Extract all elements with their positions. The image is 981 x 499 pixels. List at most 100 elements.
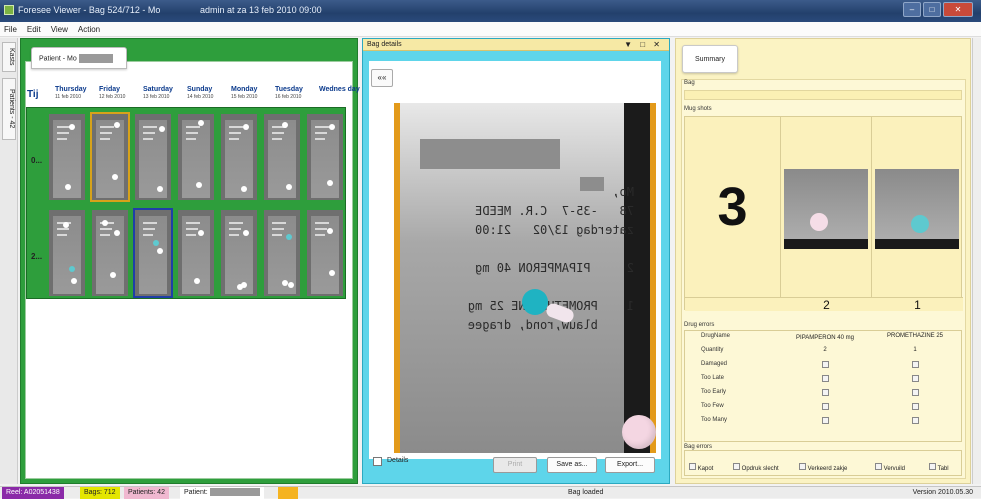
bag-text-line xyxy=(229,126,243,128)
bag-error-verkeerd[interactable]: Verkeerd zakje xyxy=(799,463,847,472)
drug-flag-row: Too Few xyxy=(685,403,961,415)
pill xyxy=(159,126,165,132)
bag-error-opdruk[interactable]: Opdruk slecht xyxy=(733,463,779,472)
bag-thumbnail[interactable] xyxy=(305,208,345,298)
minimize-button[interactable]: – xyxy=(903,2,921,17)
day-date: 12 feb 2010 xyxy=(99,94,126,100)
bag-text-line xyxy=(272,138,282,140)
pill xyxy=(110,272,116,278)
bag-thumbnail[interactable] xyxy=(219,112,259,202)
bag-thumbnail[interactable] xyxy=(262,112,302,202)
bag-error-tabl[interactable]: Tabl xyxy=(929,463,949,472)
flag-checkbox-2[interactable] xyxy=(875,417,955,426)
bag-thumbnail[interactable] xyxy=(176,208,216,298)
bag-error-label: Tabl xyxy=(937,466,949,472)
flag-checkbox-1[interactable] xyxy=(785,403,865,412)
drug-errors-table: DrugName PIPAMPERON 40 mg PROMETHAZINE 2… xyxy=(684,330,962,442)
bag-text-line xyxy=(315,234,325,236)
day-header[interactable]: Thursday 11 feb 2010 xyxy=(55,86,97,104)
panel-controls-icon[interactable]: ▼ □ ✕ xyxy=(624,40,663,49)
flag-checkbox-2[interactable] xyxy=(875,389,955,398)
pill xyxy=(282,122,288,128)
bag-thumbnail[interactable] xyxy=(90,208,130,298)
flag-checkbox-1[interactable] xyxy=(785,389,865,398)
menu-action[interactable]: Action xyxy=(78,25,100,34)
checkbox-icon xyxy=(911,389,919,396)
patient-badge-label: Patient: xyxy=(184,489,208,496)
bag-text-line xyxy=(272,234,282,236)
menu-file[interactable]: File xyxy=(4,25,17,34)
bag-thumbnail[interactable] xyxy=(219,208,259,298)
print-line: zaterdag 13/02 21:00 xyxy=(475,223,634,237)
day-header[interactable]: Wednes day xyxy=(319,86,361,104)
drug-flag-row: Too Many xyxy=(685,417,961,429)
drug-errors-label: Drug errors xyxy=(684,322,715,328)
flag-checkbox-2[interactable] xyxy=(875,375,955,384)
flag-checkbox-1[interactable] xyxy=(785,375,865,384)
mug-shot-1[interactable] xyxy=(872,117,963,311)
day-header[interactable]: Tuesday 16 feb 2010 xyxy=(275,86,317,104)
day-header[interactable]: Saturday 13 feb 2010 xyxy=(143,86,185,104)
bag-thumbnail[interactable] xyxy=(176,112,216,202)
bag-text-line xyxy=(100,132,112,134)
bag-thumbnail[interactable] xyxy=(133,208,173,298)
pill xyxy=(198,120,204,126)
export-button[interactable]: Export... xyxy=(605,457,655,473)
pill xyxy=(243,230,249,236)
menu-view[interactable]: View xyxy=(51,25,68,34)
flag-label: Too Late xyxy=(701,375,725,381)
bag-thumbnail[interactable] xyxy=(47,112,87,202)
summary-tab[interactable]: Summary xyxy=(682,45,738,73)
mug-shot-2[interactable] xyxy=(781,117,872,311)
bag-thumbnail[interactable] xyxy=(133,112,173,202)
patient-tab[interactable]: Patient - Mo xyxy=(31,47,127,69)
bag-error-vervuild[interactable]: Vervuild xyxy=(875,463,905,472)
menu-edit[interactable]: Edit xyxy=(27,25,41,34)
side-tab-patients[interactable]: Patients - 42 xyxy=(2,78,16,140)
day-date: 11 feb 2010 xyxy=(55,94,82,100)
day-date: 13 feb 2010 xyxy=(143,94,170,100)
bag-text-line xyxy=(229,234,239,236)
side-tab-kasts[interactable]: Kasts xyxy=(2,42,16,72)
bag-thumbnail[interactable] xyxy=(305,112,345,202)
flag-checkbox-1[interactable] xyxy=(785,417,865,426)
bag-error-kapot[interactable]: Kapot xyxy=(689,463,713,472)
bag-thumbnail[interactable] xyxy=(47,208,87,298)
right-side-tabs xyxy=(972,38,981,484)
checkbox-icon xyxy=(911,417,919,424)
pill xyxy=(198,230,204,236)
bag-section-label: Bag xyxy=(684,80,695,86)
back-button[interactable]: «« xyxy=(371,69,393,87)
flag-checkbox-2[interactable] xyxy=(875,403,955,412)
details-checkbox[interactable] xyxy=(373,457,382,467)
close-button[interactable]: ✕ xyxy=(943,2,973,17)
patients-badge: Patients: 42 xyxy=(124,487,169,499)
flag-checkbox-2[interactable] xyxy=(875,361,955,370)
save-as-button[interactable]: Save as... xyxy=(547,457,597,473)
maximize-button[interactable]: □ xyxy=(923,2,941,17)
bag-text-line xyxy=(57,228,69,230)
checkbox-icon xyxy=(821,403,829,410)
day-header[interactable]: Friday 12 feb 2010 xyxy=(99,86,141,104)
pill xyxy=(327,180,333,186)
bag-error-label: Opdruk slecht xyxy=(741,466,779,472)
day-header[interactable]: Monday 15 feb 2010 xyxy=(231,86,273,104)
bag-field xyxy=(684,90,962,100)
flag-checkbox-1[interactable] xyxy=(785,361,865,370)
pill xyxy=(71,278,77,284)
redacted-name xyxy=(209,488,260,497)
tij-header: Tij xyxy=(27,89,39,100)
print-line: 2 PIPAMPERON 40 mg xyxy=(475,261,634,275)
quantity-label: Quantity xyxy=(701,347,724,353)
mug-image xyxy=(784,169,868,249)
bag-thumbnail[interactable] xyxy=(90,112,130,202)
checkbox-icon xyxy=(733,463,740,470)
print-button[interactable]: Print xyxy=(493,457,537,473)
day-header[interactable]: Sunday 14 feb 2010 xyxy=(187,86,229,104)
bag-edge-left xyxy=(394,103,400,453)
bag-thumbnail[interactable] xyxy=(262,208,302,298)
bag-details-header: Bag details ▼ □ ✕ xyxy=(363,39,669,51)
bag-text-line xyxy=(143,138,153,140)
row-label-0: 0... xyxy=(31,156,43,165)
pill-cyan xyxy=(522,289,548,315)
